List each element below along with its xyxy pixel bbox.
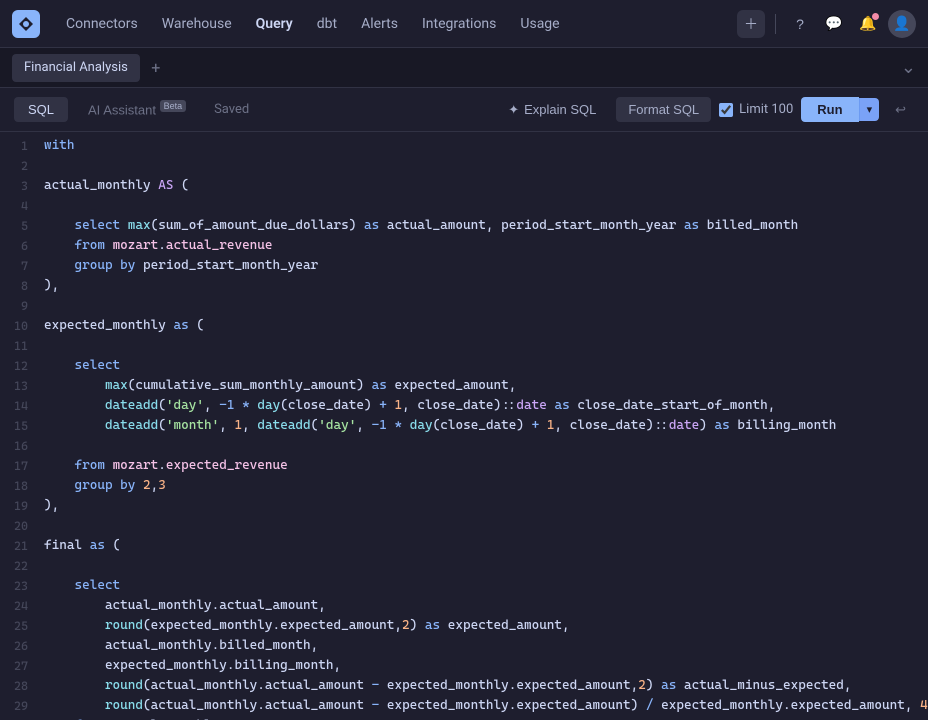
saved-indicator: Saved: [206, 97, 257, 122]
code-line-2: 2: [0, 156, 928, 176]
code-line-14: 14 dateadd('day', -1 * day(close_date) +…: [0, 396, 928, 416]
nav-right: ＋ ? 💬 🔔 👤: [737, 10, 916, 38]
notification-button[interactable]: 🔔: [854, 10, 882, 38]
code-line-23: 23 select: [0, 576, 928, 596]
code-line-17: 17 from mozart.expected_revenue: [0, 456, 928, 476]
limit-checkbox-label[interactable]: Limit 100: [719, 102, 793, 117]
nav-alerts[interactable]: Alerts: [351, 11, 408, 37]
tab-label: Financial Analysis: [24, 60, 128, 75]
limit-label: Limit 100: [739, 102, 793, 117]
code-line-18: 18 group by 2,3: [0, 476, 928, 496]
code-line-3: 3 actual_monthly AS (: [0, 176, 928, 196]
run-button-group: Run ▾: [801, 97, 879, 122]
collapse-tabs-button[interactable]: ⌄: [901, 57, 916, 78]
code-line-6: 6 from mozart.actual_revenue: [0, 236, 928, 256]
wrap-button[interactable]: ↩: [887, 97, 914, 123]
top-nav: Connectors Warehouse Query dbt Alerts In…: [0, 0, 928, 48]
code-line-27: 27 expected_monthly.billing_month,: [0, 656, 928, 676]
code-line-1: 1 with: [0, 136, 928, 156]
help-button[interactable]: ?: [786, 10, 814, 38]
code-line-26: 26 actual_monthly.billed_month,: [0, 636, 928, 656]
nav-items: Connectors Warehouse Query dbt Alerts In…: [56, 11, 737, 37]
nav-usage[interactable]: Usage: [510, 11, 569, 37]
code-line-19: 19 ),: [0, 496, 928, 516]
code-line-4: 4: [0, 196, 928, 216]
nav-divider: [775, 14, 776, 34]
tab-bar: Financial Analysis + ⌄: [0, 48, 928, 88]
code-line-8: 8 ),: [0, 276, 928, 296]
code-line-28: 28 round(actual_monthly.actual_amount - …: [0, 676, 928, 696]
beta-badge: Beta: [160, 100, 187, 112]
explain-label: Explain SQL: [524, 102, 596, 117]
explain-icon: ✦: [508, 102, 519, 118]
code-line-29: 29 round(actual_monthly.actual_amount - …: [0, 696, 928, 716]
code-line-24: 24 actual_monthly.actual_amount,: [0, 596, 928, 616]
nav-warehouse[interactable]: Warehouse: [152, 11, 242, 37]
account-button[interactable]: 👤: [888, 10, 916, 38]
add-button[interactable]: ＋: [737, 10, 765, 38]
financial-analysis-tab[interactable]: Financial Analysis: [12, 54, 140, 82]
code-line-13: 13 max(cumulative_sum_monthly_amount) as…: [0, 376, 928, 396]
ai-assistant-label: AI Assistant: [88, 103, 156, 118]
code-line-12: 12 select: [0, 356, 928, 376]
code-line-15: 15 dateadd('month', 1, dateadd('day', -1…: [0, 416, 928, 436]
code-line-11: 11: [0, 336, 928, 356]
add-tab-button[interactable]: +: [144, 56, 168, 80]
code-line-22: 22: [0, 556, 928, 576]
limit-checkbox[interactable]: [719, 103, 733, 117]
format-sql-button[interactable]: Format SQL: [616, 97, 711, 122]
ai-assistant-tab-button[interactable]: AI Assistant Beta: [74, 96, 200, 122]
logo[interactable]: [12, 10, 40, 38]
toolbar-left: SQL AI Assistant Beta Saved: [14, 96, 257, 122]
code-line-10: 10 expected_monthly as (: [0, 316, 928, 336]
run-button[interactable]: Run: [801, 97, 858, 122]
toolbar: SQL AI Assistant Beta Saved ✦ Explain SQ…: [0, 88, 928, 132]
sql-tab-button[interactable]: SQL: [14, 97, 68, 122]
code-line-30: 30 from actual_monthly: [0, 716, 928, 720]
code-line-9: 9: [0, 296, 928, 316]
nav-dbt[interactable]: dbt: [307, 11, 347, 37]
toolbar-right: ✦ Explain SQL Format SQL Limit 100 Run ▾…: [496, 97, 914, 123]
code-line-16: 16: [0, 436, 928, 456]
nav-connectors[interactable]: Connectors: [56, 11, 148, 37]
nav-integrations[interactable]: Integrations: [412, 11, 506, 37]
explain-sql-button[interactable]: ✦ Explain SQL: [496, 97, 608, 123]
chat-button[interactable]: 💬: [820, 10, 848, 38]
code-line-5: 5 select max(sum_of_amount_due_dollars) …: [0, 216, 928, 236]
code-line-25: 25 round(expected_monthly.expected_amoun…: [0, 616, 928, 636]
code-editor[interactable]: 1 with 2 3 actual_monthly AS ( 4 5 selec…: [0, 132, 928, 720]
code-line-7: 7 group by period_start_month_year: [0, 256, 928, 276]
code-line-20: 20: [0, 516, 928, 536]
nav-query[interactable]: Query: [246, 11, 303, 37]
run-dropdown-button[interactable]: ▾: [859, 98, 880, 121]
code-line-21: 21 final as (: [0, 536, 928, 556]
